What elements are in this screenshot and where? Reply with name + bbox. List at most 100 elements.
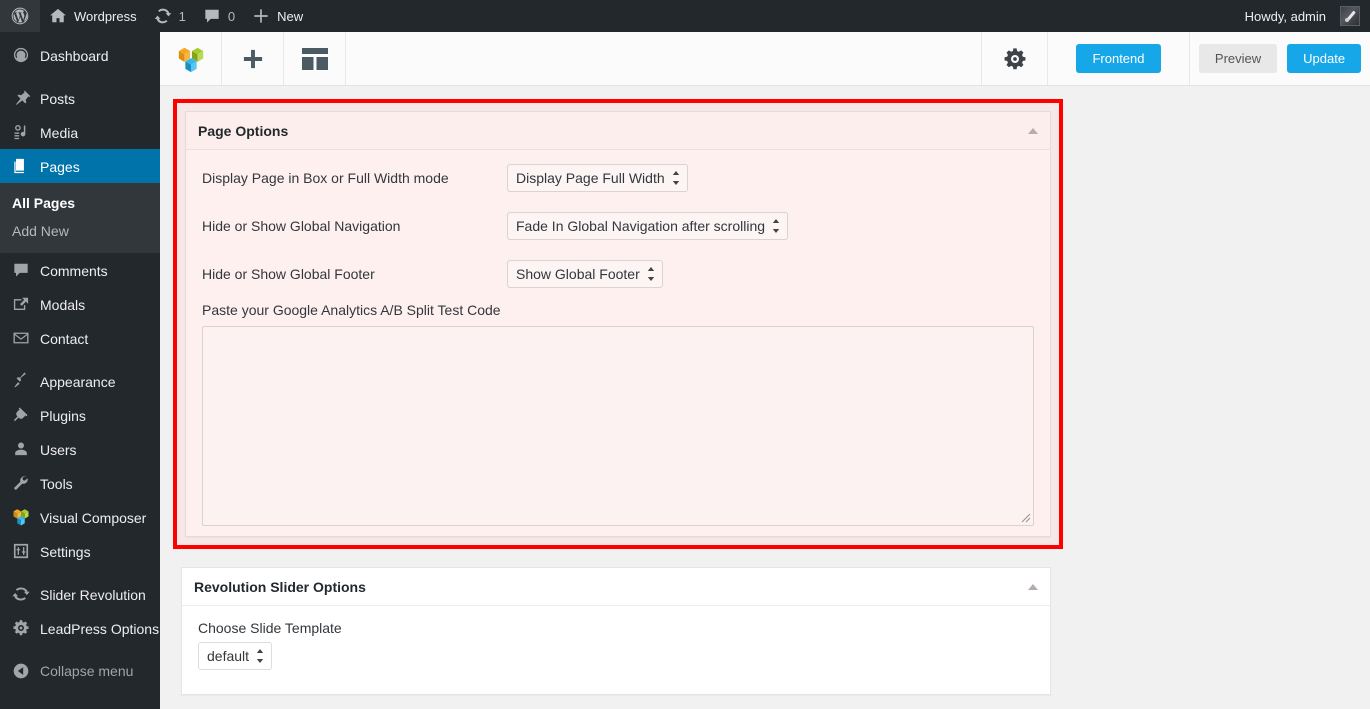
page-options-body: Display Page in Box or Full Width mode D…	[186, 150, 1050, 542]
visual-composer-logo-button[interactable]	[160, 32, 222, 85]
chevron-updown-icon	[256, 649, 264, 663]
new-content-label: New	[277, 8, 304, 24]
visual-composer-logo-icon	[178, 47, 203, 72]
envelope-icon	[13, 332, 29, 344]
sliders-icon	[13, 543, 29, 559]
sidebar-separator	[0, 568, 160, 577]
sidebar-item-label: Visual Composer	[40, 509, 147, 526]
sidebar-item-label: Plugins	[40, 407, 86, 424]
new-content-button[interactable]: New	[243, 0, 311, 32]
updates-count: 1	[178, 8, 186, 24]
preview-button[interactable]: Preview	[1198, 44, 1278, 73]
sidebar-item-contact[interactable]: Contact	[0, 321, 160, 355]
sidebar-subitem-all-pages[interactable]: All Pages	[0, 189, 160, 217]
updates-icon	[154, 8, 171, 24]
my-account-button[interactable]: Howdy, admin	[1237, 0, 1364, 32]
field-global-navigation: Hide or Show Global Navigation Fade In G…	[202, 212, 1034, 240]
select-value: default	[207, 648, 250, 664]
sidebar-item-tools[interactable]: Tools	[0, 466, 160, 500]
sidebar-item-label: Media	[40, 124, 79, 141]
main-content: Frontend Preview Update Page Options Dis…	[160, 32, 1370, 709]
add-element-button[interactable]	[222, 32, 284, 85]
select-value: Show Global Footer	[516, 266, 640, 282]
sidebar-item-modals[interactable]: Modals	[0, 287, 160, 321]
global-navigation-select[interactable]: Fade In Global Navigation after scrollin…	[507, 212, 789, 240]
sidebar-item-users[interactable]: Users	[0, 432, 160, 466]
sidebar-item-label: Dashboard	[40, 47, 109, 64]
sidebar-item-leadpress-options[interactable]: LeadPress Options	[0, 611, 160, 645]
slide-template-select[interactable]: default	[198, 642, 273, 670]
sidebar-item-label: Slider Revolution	[40, 586, 146, 603]
collapse-menu-button[interactable]: Collapse menu	[0, 654, 160, 688]
sidebar-item-label: Pages	[40, 158, 80, 175]
gear-icon	[1004, 47, 1025, 69]
sidebar-item-appearance[interactable]: Appearance	[0, 364, 160, 398]
frontend-cell: Frontend	[1048, 32, 1190, 85]
sidebar-separator	[0, 645, 160, 654]
comment-bubble-icon	[14, 263, 28, 277]
page-options-panel: Page Options Display Page in Box or Full…	[185, 111, 1051, 537]
collapse-triangle-icon[interactable]	[1028, 127, 1038, 134]
pages-icon	[14, 158, 24, 174]
site-name-button[interactable]: Wordpress	[40, 0, 145, 32]
comments-button[interactable]: 0	[194, 0, 243, 32]
home-icon	[50, 8, 66, 23]
templates-button[interactable]	[284, 32, 346, 85]
collapse-menu-label: Collapse menu	[40, 663, 134, 679]
comments-count: 0	[227, 8, 236, 24]
admin-bar: Wordpress 1 0 New Howdy, admin	[0, 0, 1370, 32]
updates-button[interactable]: 1	[145, 0, 194, 32]
sidebar-item-visual-composer[interactable]: Visual Composer	[0, 500, 160, 534]
sidebar-item-label: Contact	[40, 330, 89, 347]
dashboard-icon	[13, 47, 29, 63]
chevron-updown-icon	[647, 267, 655, 281]
chevron-updown-icon	[672, 171, 680, 185]
revolution-slider-panel: Revolution Slider Options Choose Slide T…	[181, 567, 1051, 695]
publish-actions: Preview Update	[1190, 32, 1370, 85]
visual-composer-icon	[13, 509, 29, 526]
visual-composer-toolbar: Frontend Preview Update	[160, 32, 1370, 86]
analytics-code-wrap	[202, 326, 1034, 526]
settings-button[interactable]	[982, 32, 1048, 85]
field-label: Hide or Show Global Footer	[202, 266, 375, 282]
sidebar-item-label: Tools	[40, 475, 73, 492]
sidebar-item-label: LeadPress Options	[40, 620, 160, 637]
sidebar-item-dashboard[interactable]: Dashboard	[0, 38, 160, 72]
frontend-button[interactable]: Frontend	[1076, 44, 1161, 73]
pin-icon	[16, 90, 31, 105]
update-button[interactable]: Update	[1287, 44, 1362, 73]
chevron-updown-icon	[772, 219, 780, 233]
field-display-page-width: Display Page in Box or Full Width mode D…	[202, 164, 1034, 192]
sidebar-item-settings[interactable]: Settings	[0, 534, 160, 568]
sidebar-item-slider-revolution[interactable]: Slider Revolution	[0, 577, 160, 611]
global-footer-select[interactable]: Show Global Footer	[507, 260, 663, 288]
gear-icon	[13, 620, 29, 636]
site-name-label: Wordpress	[74, 8, 137, 24]
sidebar-item-label: Comments	[40, 262, 108, 279]
sidebar-item-posts[interactable]: Posts	[0, 81, 160, 115]
sidebar-item-pages[interactable]: Pages	[0, 149, 168, 183]
sidebar-separator	[0, 355, 160, 364]
analytics-code-textarea[interactable]	[202, 326, 1034, 526]
page-options-header[interactable]: Page Options	[186, 112, 1050, 150]
howdy-label: Howdy, admin	[1244, 8, 1326, 24]
sidebar-subitem-add-new[interactable]: Add New	[0, 217, 160, 245]
sidebar-item-label: Settings	[40, 543, 91, 560]
analytics-code-label: Paste your Google Analytics A/B Split Te…	[202, 302, 501, 318]
media-icon	[14, 125, 26, 140]
page-options-title: Page Options	[198, 122, 289, 139]
user-icon	[15, 442, 27, 456]
sidebar-item-comments[interactable]: Comments	[0, 253, 160, 287]
wrench-icon	[13, 475, 28, 491]
collapse-arrow-icon	[13, 663, 29, 679]
wordpress-logo-button[interactable]	[0, 0, 40, 32]
templates-layout-icon	[301, 47, 328, 70]
field-label: Hide or Show Global Navigation	[202, 218, 401, 234]
sidebar-item-media[interactable]: Media	[0, 115, 160, 149]
display-page-width-select[interactable]: Display Page Full Width	[507, 164, 688, 192]
sidebar-item-plugins[interactable]: Plugins	[0, 398, 160, 432]
revolution-slider-header[interactable]: Revolution Slider Options	[182, 568, 1050, 606]
paintbrush-icon	[14, 372, 27, 388]
collapse-triangle-icon[interactable]	[1028, 583, 1038, 590]
plus-icon	[254, 9, 268, 23]
